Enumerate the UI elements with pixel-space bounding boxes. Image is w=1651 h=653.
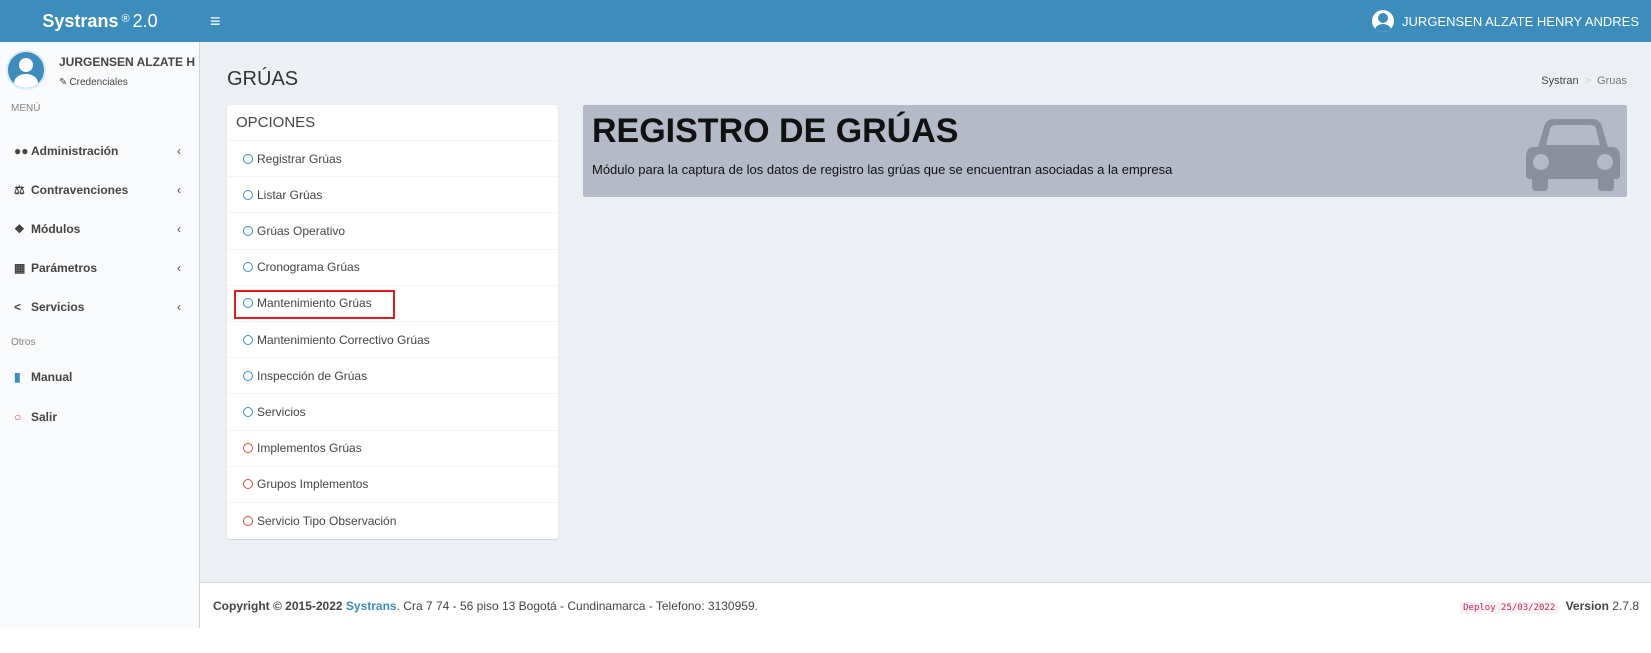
version-label: Version bbox=[1565, 599, 1609, 613]
breadcrumb-current: Gruas bbox=[1597, 75, 1627, 87]
chevron-left-icon: ‹ bbox=[177, 222, 181, 236]
sidebar-item-contravenciones[interactable]: ⚖ Contravenciones ‹ bbox=[0, 171, 199, 209]
option-label: Implementos Grúas bbox=[257, 441, 362, 456]
user-panel: JURGENSEN ALZATE H ✎ Credenciales bbox=[0, 42, 199, 100]
page-title: GRÚAS bbox=[227, 68, 299, 90]
breadcrumb-root[interactable]: Systran bbox=[1541, 75, 1578, 87]
copyright: Copyright © 2015-2022 Systrans. Cra 7 74… bbox=[213, 599, 758, 613]
option-label: Listar Grúas bbox=[257, 187, 323, 202]
share-icon: < bbox=[14, 300, 22, 314]
banner-description: Módulo para la captura de los datos de r… bbox=[592, 162, 1173, 177]
highlight-box bbox=[234, 290, 395, 319]
sidebar-item-parametros[interactable]: ▦ Parámetros ‹ bbox=[0, 249, 199, 287]
option-label: Servicios bbox=[257, 404, 306, 419]
edit-icon: ✎ bbox=[59, 77, 68, 88]
user-menu[interactable]: JURGENSEN ALZATE HENRY ANDRES bbox=[1372, 0, 1639, 42]
copyright-prefix: Copyright © 2015-2022 bbox=[213, 599, 343, 613]
sidebar-item-administracion[interactable]: ●● Administración ‹ bbox=[0, 132, 199, 170]
version-number: 2.7.8 bbox=[1612, 599, 1639, 613]
option-label: Grúas Operativo bbox=[257, 223, 346, 238]
users-icon: ●● bbox=[14, 144, 29, 158]
option-label: Servicio Tipo Observación bbox=[257, 513, 397, 528]
logo-version: 2.0 bbox=[132, 10, 158, 31]
sidebar-item-label: Servicios bbox=[31, 300, 85, 314]
user-avatar-icon bbox=[1372, 10, 1395, 32]
circle-icon bbox=[243, 262, 253, 273]
sidebar-item-label: Módulos bbox=[31, 222, 81, 236]
circle-icon bbox=[243, 406, 253, 417]
sitemap-icon: ▦ bbox=[14, 261, 26, 275]
option-implementos-gruas[interactable]: Implementos Grúas bbox=[227, 431, 558, 467]
option-registrar-gruas[interactable]: Registrar Grúas bbox=[227, 141, 558, 178]
logo-brand: Systrans bbox=[42, 10, 119, 31]
breadcrumb: Systran > Gruas bbox=[1541, 75, 1627, 87]
sidebar-item-label: Administración bbox=[31, 144, 119, 158]
sidebar: JURGENSEN ALZATE H ✎ Credenciales MENÚ ●●… bbox=[0, 42, 200, 628]
sidebar-item-label: Manual bbox=[31, 370, 73, 384]
circle-icon bbox=[243, 153, 253, 164]
footer-brand-link[interactable]: Systrans bbox=[346, 599, 397, 613]
sidebar-item-modulos[interactable]: ❖ Módulos ‹ bbox=[0, 210, 199, 248]
sidebar-toggle-icon[interactable]: ≡ bbox=[210, 11, 226, 31]
banner-title: REGISTRO DE GRÚAS bbox=[592, 112, 959, 150]
logo-registered: ® bbox=[121, 13, 130, 25]
circle-icon bbox=[243, 225, 253, 236]
option-inspeccion-gruas[interactable]: Inspección de Grúas bbox=[227, 358, 558, 395]
sidebar-item-salir[interactable]: ○ Salir bbox=[0, 398, 199, 436]
chevron-left-icon: ‹ bbox=[177, 261, 181, 275]
sidebar-user-name: JURGENSEN ALZATE H bbox=[59, 55, 196, 69]
option-cronograma-gruas[interactable]: Cronograma Grúas bbox=[227, 250, 558, 286]
book-icon: ▮ bbox=[14, 370, 21, 384]
circle-icon bbox=[243, 515, 253, 526]
deploy-badge: Deploy 25/03/2022 bbox=[1460, 602, 1559, 614]
chevron-left-icon: ‹ bbox=[177, 183, 181, 197]
option-listar-gruas[interactable]: Listar Grúas bbox=[227, 177, 558, 214]
menu-header: MENÚ bbox=[11, 103, 41, 114]
others-header: Otros bbox=[11, 337, 36, 348]
chevron-left-icon: ‹ bbox=[177, 144, 181, 158]
sidebar-item-label: Parámetros bbox=[31, 261, 98, 275]
balance-scale-icon: ⚖ bbox=[14, 183, 25, 197]
user-menu-name: JURGENSEN ALZATE HENRY ANDRES bbox=[1402, 13, 1639, 29]
option-label: Inspección de Grúas bbox=[257, 368, 368, 383]
option-label: Registrar Grúas bbox=[257, 151, 342, 166]
logo[interactable]: Systrans ® 2.0 bbox=[0, 0, 200, 42]
app: Systrans ® 2.0 ≡ JURGENSEN ALZATE HENRY … bbox=[0, 0, 1651, 628]
sidebar-item-label: Contravenciones bbox=[31, 183, 129, 197]
footer-address: . Cra 7 74 - 56 piso 13 Bogotá - Cundina… bbox=[396, 599, 758, 613]
car-icon bbox=[1526, 119, 1620, 191]
option-label: Grupos Implementos bbox=[257, 477, 369, 492]
circle-icon bbox=[243, 479, 253, 490]
option-gruas-operativo[interactable]: Grúas Operativo bbox=[227, 213, 558, 250]
breadcrumb-separator: > bbox=[1584, 75, 1592, 87]
version-info: Deploy 25/03/2022 Version 2.7.8 bbox=[1460, 599, 1639, 614]
sidebar-item-manual[interactable]: ▮ Manual bbox=[0, 358, 199, 396]
options-box: OPCIONES Registrar Grúas Listar Grúas Gr… bbox=[227, 105, 558, 539]
credentials-label: Credenciales bbox=[69, 77, 128, 88]
options-title: OPCIONES bbox=[227, 105, 558, 141]
circle-icon: ○ bbox=[14, 410, 22, 424]
top-navbar: Systrans ® 2.0 ≡ JURGENSEN ALZATE HENRY … bbox=[0, 0, 1651, 42]
option-servicio-tipo-observacion[interactable]: Servicio Tipo Observación bbox=[227, 503, 558, 539]
option-mantenimiento-correctivo-gruas[interactable]: Mantenimiento Correctivo Grúas bbox=[227, 322, 558, 359]
info-banner: REGISTRO DE GRÚAS Módulo para la captura… bbox=[583, 105, 1627, 197]
option-label: Cronograma Grúas bbox=[257, 260, 360, 275]
footer: Copyright © 2015-2022 Systrans. Cra 7 74… bbox=[200, 582, 1651, 628]
circle-icon bbox=[243, 334, 253, 345]
circle-icon bbox=[243, 443, 253, 454]
avatar bbox=[6, 50, 46, 90]
sidebar-item-label: Salir bbox=[31, 410, 58, 424]
cubes-icon: ❖ bbox=[14, 222, 25, 236]
option-grupos-implementos[interactable]: Grupos Implementos bbox=[227, 467, 558, 503]
circle-icon bbox=[243, 189, 253, 200]
sidebar-item-servicios[interactable]: < Servicios ‹ bbox=[0, 288, 199, 326]
chevron-left-icon: ‹ bbox=[177, 300, 181, 314]
option-label: Mantenimiento Correctivo Grúas bbox=[257, 332, 430, 347]
credentials-link[interactable]: ✎ Credenciales bbox=[59, 77, 128, 88]
circle-icon bbox=[243, 370, 253, 381]
option-servicios[interactable]: Servicios bbox=[227, 394, 558, 431]
